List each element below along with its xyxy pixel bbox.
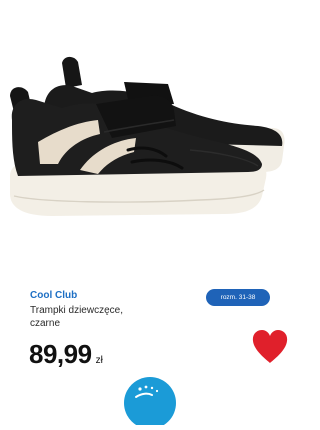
product-brand[interactable]: Cool Club	[30, 290, 77, 301]
promo-badge-icon	[124, 377, 176, 429]
price: 89,99 zł	[29, 339, 103, 369]
heart-icon	[252, 330, 288, 363]
product-card[interactable]: Cool Club rozm. 31-38 Trampki dziewczęce…	[0, 0, 301, 429]
sneakers-illustration	[10, 56, 285, 216]
price-value: 89,99	[29, 339, 92, 369]
product-image[interactable]	[0, 0, 301, 268]
product-name[interactable]: Trampki dziewczęce, czarne	[30, 304, 150, 330]
size-badge: rozm. 31-38	[206, 289, 270, 306]
promo-badge	[122, 375, 178, 429]
price-currency: zł	[95, 355, 103, 366]
wishlist-button[interactable]	[250, 328, 290, 366]
front-shoe	[10, 87, 267, 216]
